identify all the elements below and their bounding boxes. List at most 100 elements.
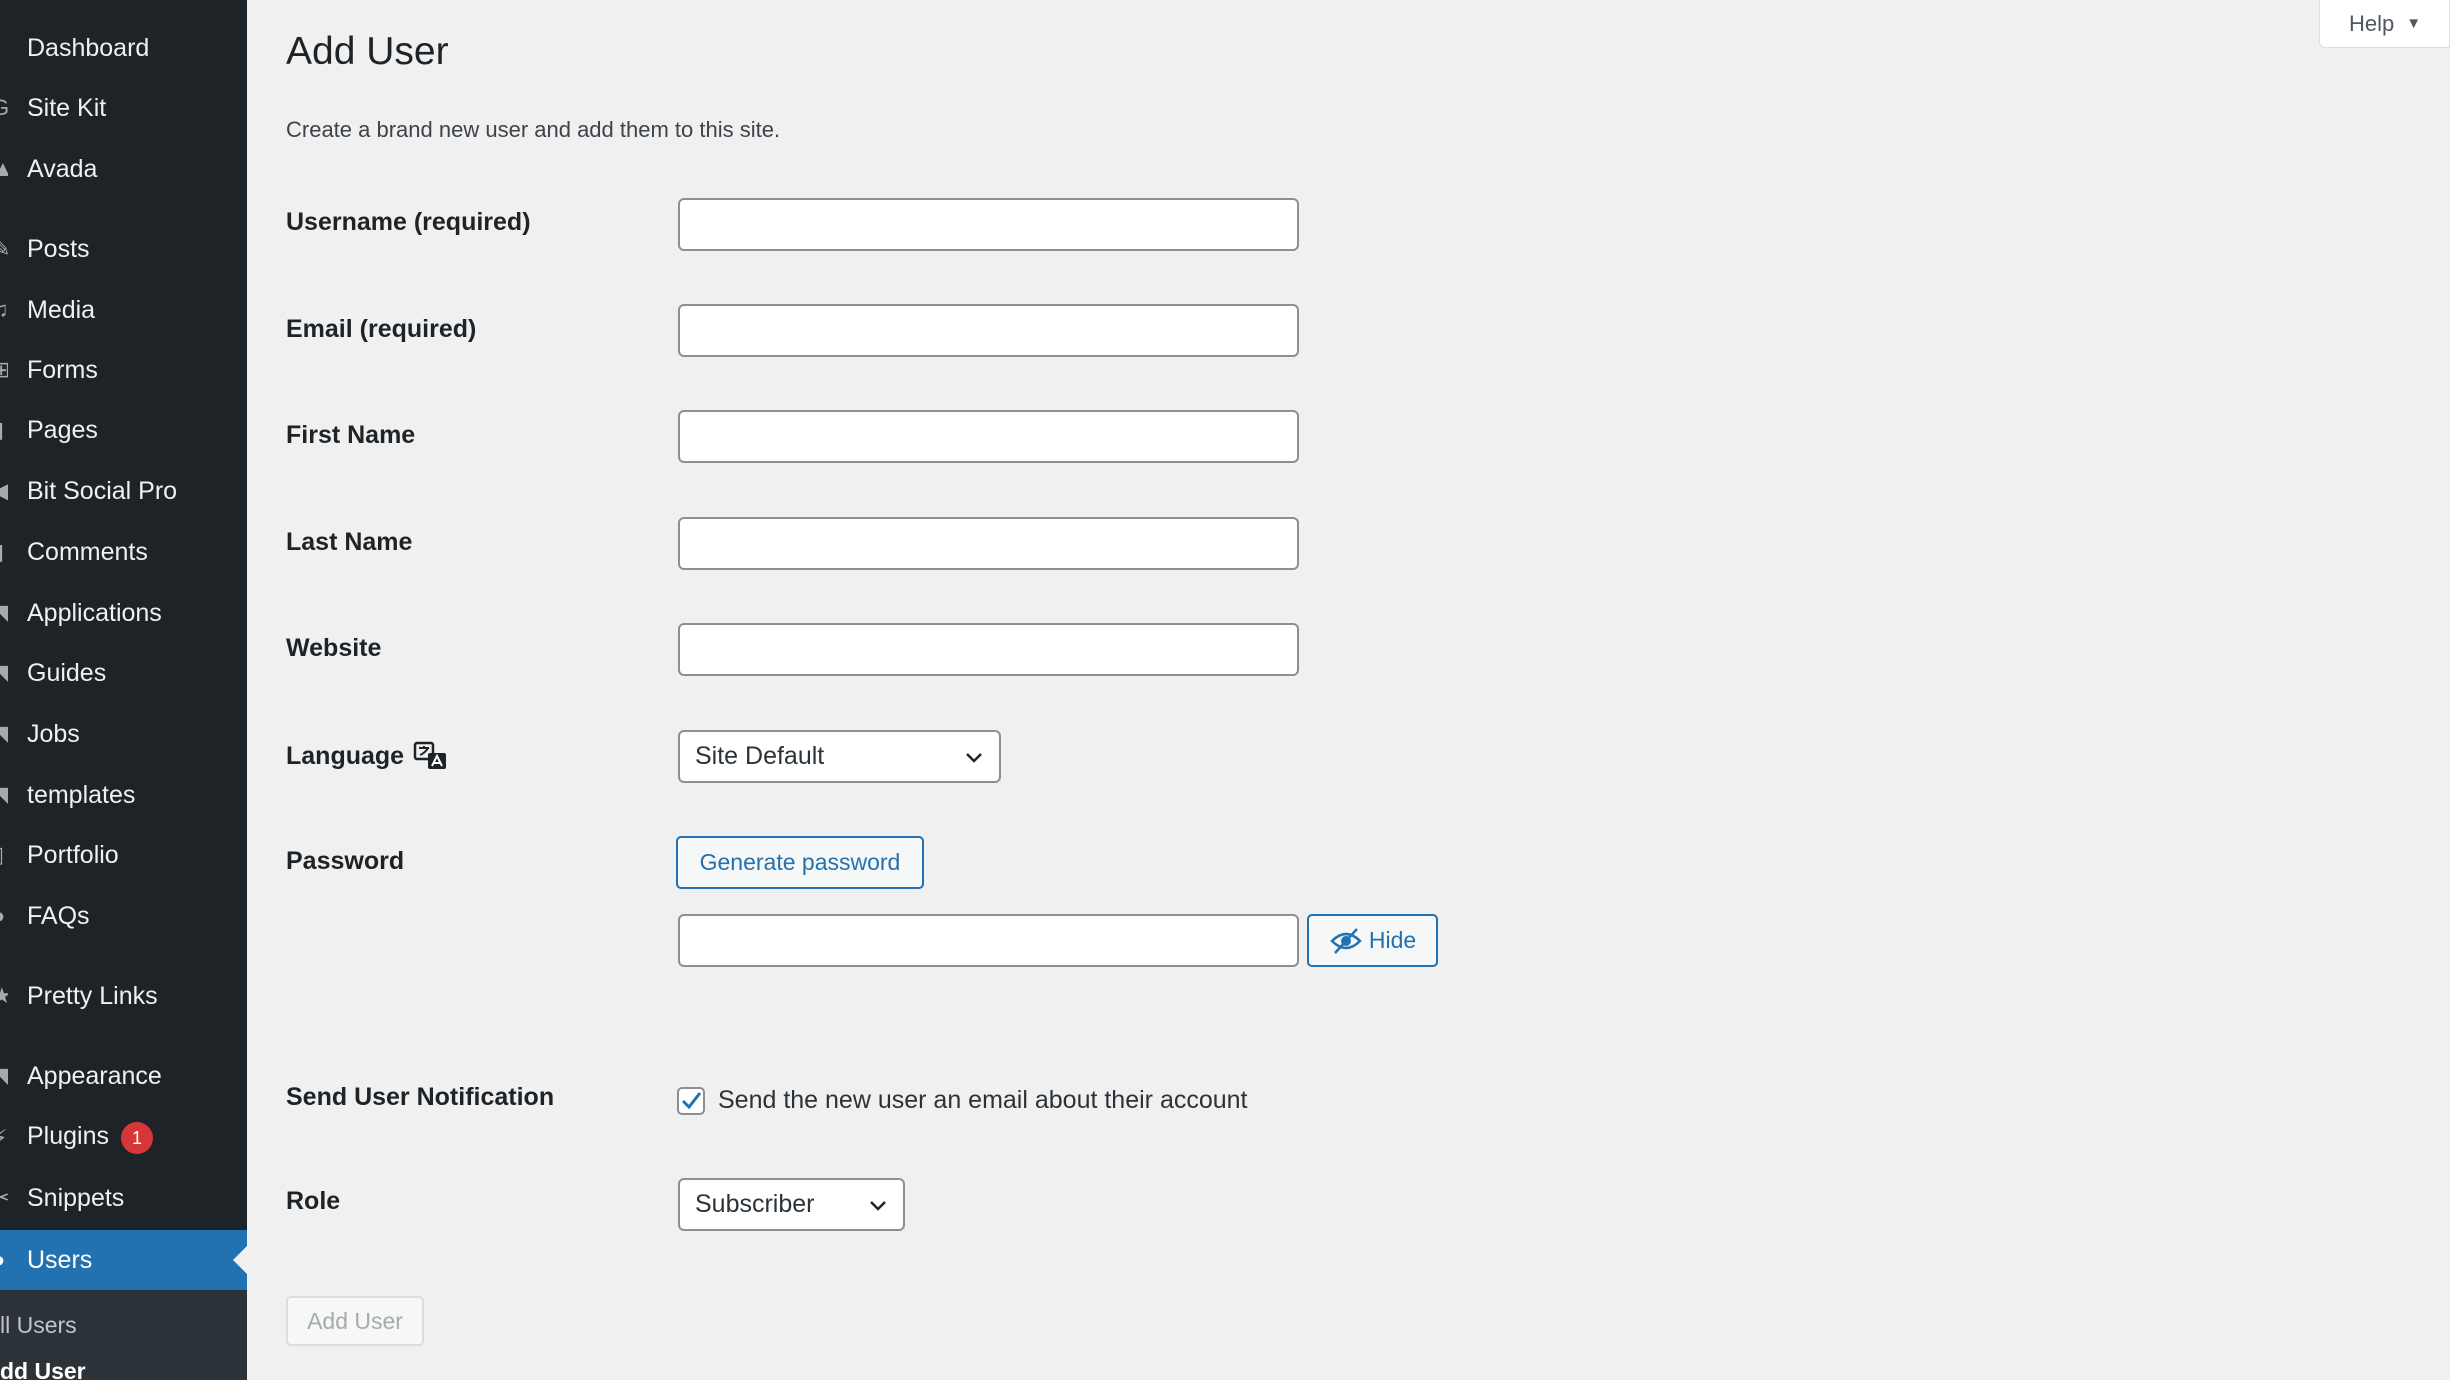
sidebar-item-pretty-links[interactable]: ★ Pretty Links xyxy=(0,968,247,1024)
guides-icon: ◥ xyxy=(0,663,8,683)
sidebar-item-label: Forms xyxy=(27,355,98,384)
add-user-submit-button[interactable]: Add User xyxy=(286,1296,424,1346)
sidebar-item-label: Guides xyxy=(27,658,107,687)
applications-icon: ◥ xyxy=(0,603,8,623)
sidebar-item-label: Appearance xyxy=(27,1061,162,1090)
plugin-icon: ⚡ xyxy=(0,1128,8,1148)
first-name-input[interactable] xyxy=(678,410,1299,463)
send-notification-checkbox[interactable] xyxy=(677,1087,705,1115)
last-name-label: Last Name xyxy=(286,528,413,556)
comment-icon: ▮ xyxy=(0,542,8,562)
website-label: Website xyxy=(286,634,382,662)
language-select[interactable]: Site Default xyxy=(678,730,1001,783)
sidebar-item-label: Media xyxy=(27,295,96,324)
sidebar-item-forms[interactable]: ⊞ Forms xyxy=(0,342,247,398)
email-input[interactable] xyxy=(678,304,1299,357)
snippets-icon: ✂ xyxy=(0,1188,8,1208)
hide-password-button[interactable]: Hide xyxy=(1307,914,1438,967)
users-icon: ● xyxy=(0,1250,8,1270)
sidebar-item-label: Dashboard xyxy=(27,33,150,62)
sidebar-item-label: Portfolio xyxy=(27,840,119,869)
sidebar-item-label: Snippets xyxy=(27,1183,125,1212)
faq-icon: ● xyxy=(0,906,8,926)
sidebar-item-bit-social-pro[interactable]: ◀ Bit Social Pro xyxy=(0,463,247,519)
translation-icon xyxy=(413,741,447,769)
role-select-value: Subscriber xyxy=(695,1190,815,1218)
sidebar-item-media[interactable]: ♫ Media xyxy=(0,282,247,338)
pin-icon: ✎ xyxy=(0,239,8,259)
sidebar-item-snippets[interactable]: ✂ Snippets xyxy=(0,1170,247,1226)
sidebar-item-label: Users xyxy=(27,1245,93,1274)
role-select[interactable]: Subscriber xyxy=(678,1178,905,1231)
site-kit-icon: G xyxy=(0,98,8,118)
sidebar-item-label: Applications xyxy=(27,598,162,627)
first-name-label: First Name xyxy=(286,421,416,449)
sidebar-item-pages[interactable]: ▮ Pages xyxy=(0,402,247,458)
language-select-value: Site Default xyxy=(695,742,825,770)
submenu-add-user[interactable]: dd User xyxy=(0,1358,86,1380)
sidebar-item-applications[interactable]: ◥ Applications xyxy=(0,585,247,641)
sidebar-item-guides[interactable]: ◥ Guides xyxy=(0,645,247,701)
sidebar-item-label: Plugins xyxy=(27,1121,109,1150)
portfolio-icon: ▯ xyxy=(0,845,8,865)
sidebar-item-templates[interactable]: ◥ templates xyxy=(0,767,247,823)
sidebar-item-jobs[interactable]: ◥ Jobs xyxy=(0,706,247,762)
chevron-down-icon xyxy=(966,753,982,763)
sidebar-item-label: Site Kit xyxy=(27,93,107,122)
sidebar-item-label: Jobs xyxy=(27,719,80,748)
email-label: Email (required) xyxy=(286,315,477,343)
page-icon: ▮ xyxy=(0,420,8,440)
help-tab[interactable]: Help ▼ xyxy=(2319,0,2450,48)
jobs-icon: ◥ xyxy=(0,724,8,744)
brush-icon: ◥ xyxy=(0,1066,8,1086)
sidebar-item-plugins[interactable]: ⚡ Plugins 1 xyxy=(0,1110,247,1166)
checkmark-icon xyxy=(681,1092,702,1110)
sidebar-item-appearance[interactable]: ◥ Appearance xyxy=(0,1048,247,1104)
username-input[interactable] xyxy=(678,198,1299,251)
dashboard-icon: ◐ xyxy=(0,38,8,58)
users-submenu: ll Users dd User xyxy=(0,1290,247,1380)
sidebar-item-comments[interactable]: ▮ Comments xyxy=(0,524,247,580)
last-name-input[interactable] xyxy=(678,517,1299,570)
eye-slash-icon xyxy=(1330,927,1362,954)
chevron-down-icon xyxy=(870,1201,886,1211)
sidebar-item-users[interactable]: ● Users xyxy=(0,1230,247,1290)
sidebar-item-label: Pretty Links xyxy=(27,981,158,1010)
sidebar-item-label: Bit Social Pro xyxy=(27,476,178,505)
sidebar-item-label: Avada xyxy=(27,154,98,183)
sidebar-item-portfolio[interactable]: ▯ Portfolio xyxy=(0,827,247,883)
sidebar-item-faqs[interactable]: ● FAQs xyxy=(0,888,247,944)
password-input[interactable] xyxy=(678,914,1299,967)
forms-icon: ⊞ xyxy=(0,360,8,380)
website-input[interactable] xyxy=(678,623,1299,676)
page-description: Create a brand new user and add them to … xyxy=(286,117,781,142)
social-icon: ◀ xyxy=(0,481,8,501)
sidebar-item-avada[interactable]: ▲ Avada xyxy=(0,141,247,197)
sidebar-item-posts[interactable]: ✎ Posts xyxy=(0,221,247,277)
language-label-row: Language xyxy=(286,740,449,772)
notification-label: Send User Notification xyxy=(286,1083,555,1111)
generate-password-button[interactable]: Generate password xyxy=(676,836,924,889)
submenu-all-users[interactable]: ll Users xyxy=(0,1312,77,1339)
hide-label: Hide xyxy=(1368,927,1417,953)
password-label: Password xyxy=(286,847,405,875)
avada-icon: ▲ xyxy=(0,159,8,179)
language-label: Language xyxy=(286,741,405,770)
admin-sidebar: ◐ Dashboard G Site Kit ▲ Avada ✎ Posts ♫… xyxy=(0,0,247,1380)
help-label: Help xyxy=(2349,10,2395,36)
sidebar-item-dashboard[interactable]: ◐ Dashboard xyxy=(0,20,247,76)
caret-down-icon: ▼ xyxy=(2406,15,2422,32)
sidebar-item-label: templates xyxy=(27,780,136,809)
update-count-badge: 1 xyxy=(121,1122,153,1155)
active-indicator-arrow xyxy=(233,1246,247,1274)
sidebar-item-label: Posts xyxy=(27,234,90,263)
sidebar-item-label: FAQs xyxy=(27,901,90,930)
username-label: Username (required) xyxy=(286,208,531,236)
sidebar-item-site-kit[interactable]: G Site Kit xyxy=(0,80,247,136)
send-notification-text[interactable]: Send the new user an email about their a… xyxy=(718,1086,1248,1115)
sidebar-item-label: Pages xyxy=(27,415,98,444)
templates-icon: ◥ xyxy=(0,785,8,805)
role-label: Role xyxy=(286,1187,341,1215)
page-title: Add User xyxy=(286,30,449,73)
media-icon: ♫ xyxy=(0,300,8,320)
